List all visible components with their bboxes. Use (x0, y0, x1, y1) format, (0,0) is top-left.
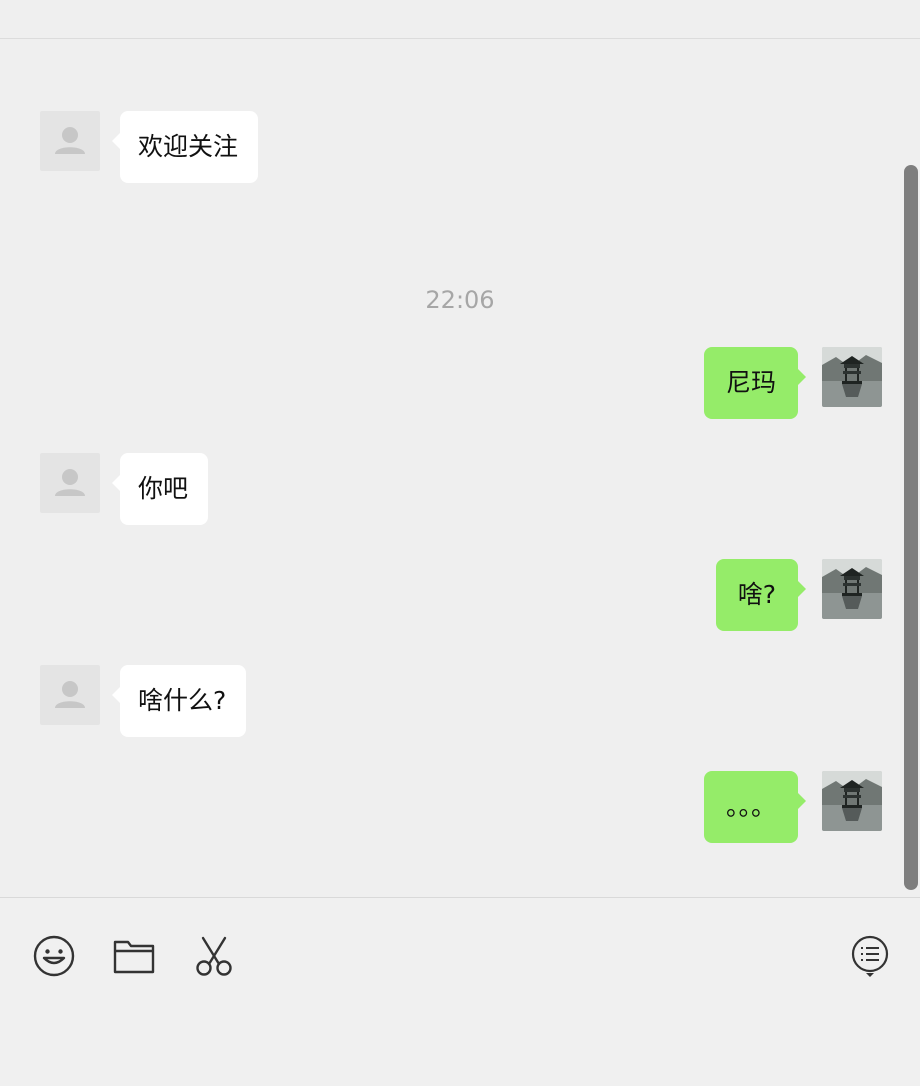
default-user-icon (55, 681, 85, 708)
default-user-icon (55, 469, 85, 496)
chat-message-area[interactable]: 欢迎关注 22:06 尼玛 你吧 啥? 啥什么? 。。。 (0, 39, 920, 897)
contact-avatar[interactable] (40, 453, 100, 513)
pavilion-avatar-image (822, 559, 882, 619)
message-row-outgoing: 。。。 (0, 771, 920, 845)
message-bubble-outgoing[interactable]: 尼玛 (703, 347, 807, 419)
contact-avatar[interactable] (40, 665, 100, 725)
message-bubble-outgoing[interactable]: 。。。 (703, 771, 807, 843)
default-user-icon (55, 127, 85, 154)
message-bubble-incoming[interactable]: 欢迎关注 (111, 111, 259, 183)
message-row-incoming: 欢迎关注 (0, 111, 920, 185)
chat-scrollbar[interactable] (904, 165, 918, 890)
contact-avatar[interactable] (40, 111, 100, 171)
chat-history-icon[interactable] (848, 934, 892, 978)
emoji-icon[interactable] (32, 934, 76, 978)
my-avatar[interactable] (822, 771, 882, 831)
message-row-outgoing: 尼玛 (0, 347, 920, 421)
pavilion-avatar-image (822, 771, 882, 831)
message-row-incoming: 你吧 (0, 453, 920, 527)
scissors-icon[interactable] (192, 934, 236, 978)
my-avatar[interactable] (822, 347, 882, 407)
message-bubble-outgoing[interactable]: 啥? (715, 559, 807, 631)
message-bubble-incoming[interactable]: 你吧 (111, 453, 209, 525)
input-toolbar (0, 898, 920, 1086)
message-timestamp: 22:06 (425, 286, 495, 314)
message-row-incoming: 啥什么? (0, 665, 920, 739)
pavilion-avatar-image (822, 347, 882, 407)
message-bubble-incoming[interactable]: 啥什么? (111, 665, 247, 737)
folder-icon[interactable] (112, 934, 156, 978)
message-row-outgoing: 啥? (0, 559, 920, 633)
my-avatar[interactable] (822, 559, 882, 619)
